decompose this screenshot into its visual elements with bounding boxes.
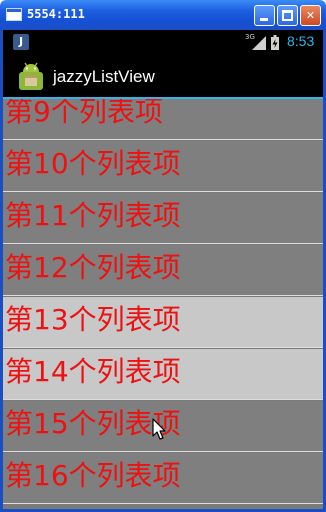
list-item-label: 第13个列表项	[5, 303, 181, 336]
list-item[interactable]: 第10个列表项	[3, 141, 323, 192]
maximize-icon	[282, 10, 293, 21]
list-item[interactable]: 第9个列表项	[3, 99, 323, 140]
action-bar: jazzyListView	[3, 54, 323, 99]
list-item[interactable]: 第14个列表项	[3, 349, 323, 400]
minimize-icon	[260, 18, 268, 21]
list-item-label: 第9个列表项	[5, 99, 163, 128]
status-bar: J 3G 8:53	[3, 30, 323, 54]
android-app-icon[interactable]	[17, 62, 45, 92]
list-item[interactable]: 第16个列表项	[3, 453, 323, 504]
battery-icon	[271, 35, 279, 50]
list-item[interactable]: 第11个列表项	[3, 193, 323, 244]
list-item-label: 第14个列表项	[5, 355, 181, 388]
list-item-label: 第11个列表项	[5, 199, 181, 232]
close-button[interactable]: ✕	[300, 5, 321, 26]
list-item-label: 第10个列表项	[5, 147, 181, 180]
window-title-bar[interactable]: 5554:111 ✕	[0, 0, 326, 30]
jazzy-list-view[interactable]: 第9个列表项 第10个列表项 第11个列表项 第12个列表项 第13个列表项 第…	[3, 99, 323, 509]
list-item[interactable]: 第13个列表项	[3, 297, 323, 348]
window-title: 5554:111	[27, 7, 85, 21]
list-item[interactable]: 第12个列表项	[3, 245, 323, 296]
list-item-label: 第16个列表项	[5, 459, 181, 492]
status-time: 8:53	[287, 33, 315, 49]
notification-icon: J	[13, 34, 29, 50]
list-item-label: 第12个列表项	[5, 251, 181, 284]
app-title: jazzyListView	[53, 67, 155, 86]
maximize-button[interactable]	[277, 5, 298, 26]
minimize-button[interactable]	[254, 5, 275, 26]
window-app-icon[interactable]	[6, 8, 22, 21]
mouse-cursor-icon	[152, 418, 166, 440]
signal-icon	[252, 36, 266, 50]
